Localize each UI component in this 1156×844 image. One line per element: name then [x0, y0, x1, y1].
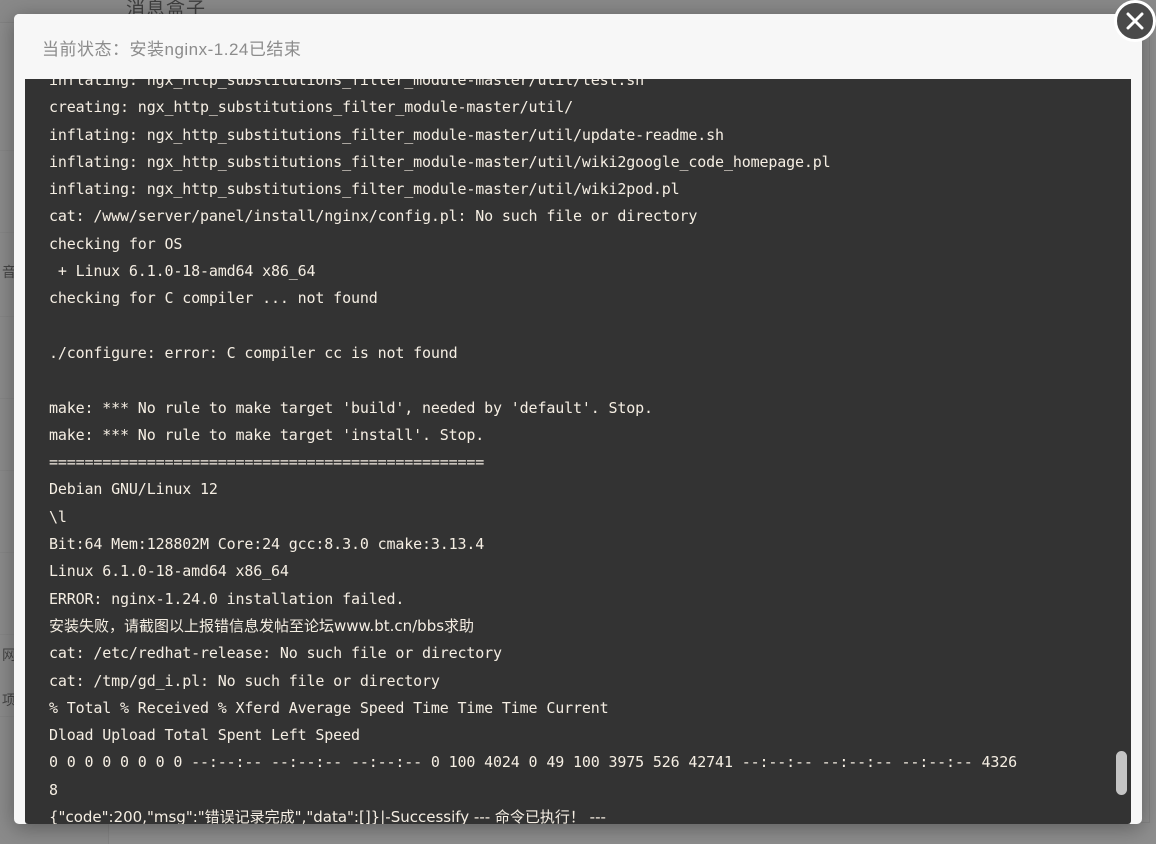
terminal-line: 0 0 0 0 0 0 0 0 --:--:-- --:--:-- --:--:…	[49, 753, 1018, 772]
terminal-scrollbar[interactable]	[1115, 79, 1127, 824]
terminal-line-separator: ========================================…	[49, 453, 485, 472]
terminal-output[interactable]: inflating: ngx_http_substitutions_filter…	[25, 79, 1131, 824]
terminal-lines: inflating: ngx_http_substitutions_filter…	[25, 79, 1131, 824]
terminal-line: checking for OS	[49, 234, 183, 253]
terminal-line: Bit:64 Mem:128802M Core:24 gcc:8.3.0 cma…	[49, 535, 485, 554]
terminal-line: make: *** No rule to make target 'build'…	[49, 398, 653, 417]
terminal-line: % Total % Received % Xferd Average Speed…	[49, 698, 609, 717]
terminal-line: cat: /www/server/panel/install/nginx/con…	[49, 207, 698, 226]
close-icon	[1126, 12, 1144, 30]
terminal-line-error: ERROR: nginx-1.24.0 installation failed.	[49, 589, 405, 608]
close-button[interactable]	[1114, 0, 1156, 42]
terminal-line: inflating: ngx_http_substitutions_filter…	[49, 152, 831, 171]
terminal-line: \l	[49, 507, 67, 526]
terminal-line: checking for C compiler ... not found	[49, 289, 378, 308]
terminal-line: inflating: ngx_http_substitutions_filter…	[49, 180, 680, 199]
dialog-header: 当前状态：安装nginx-1.24已结束	[14, 14, 1142, 79]
terminal-scrollbar-thumb[interactable]	[1116, 751, 1127, 795]
terminal-line-error-cn: 安装失败，请截图以上报错信息发帖至论坛www.bt.cn/bbs求助	[49, 616, 475, 635]
terminal-line: Linux 6.1.0-18-amd64 x86_64	[49, 562, 289, 581]
terminal-line: make: *** No rule to make target 'instal…	[49, 425, 485, 444]
terminal-line: inflating: ngx_http_substitutions_filter…	[49, 79, 645, 89]
terminal-line: inflating: ngx_http_substitutions_filter…	[49, 125, 724, 144]
terminal-line: creating: ngx_http_substitutions_filter_…	[49, 98, 573, 117]
terminal-line: Dload Upload Total Spent Left Speed	[49, 726, 360, 745]
terminal-line: cat: /etc/redhat-release: No such file o…	[49, 644, 502, 663]
terminal-line: Debian GNU/Linux 12	[49, 480, 218, 499]
terminal-line: + Linux 6.1.0-18-amd64 x86_64	[49, 262, 316, 281]
terminal-line: ./configure: error: C compiler cc is not…	[49, 343, 458, 362]
terminal-line-result: {"code":200,"msg":"错误记录完成","data":[]}|-S…	[49, 808, 606, 824]
terminal-line: cat: /tmp/gd_i.pl: No such file or direc…	[49, 671, 440, 690]
install-status-dialog: 当前状态：安装nginx-1.24已结束 inflating: ngx_http…	[14, 0, 1156, 824]
terminal-line: 8	[49, 780, 58, 799]
dialog-title: 当前状态：安装nginx-1.24已结束	[42, 40, 302, 59]
